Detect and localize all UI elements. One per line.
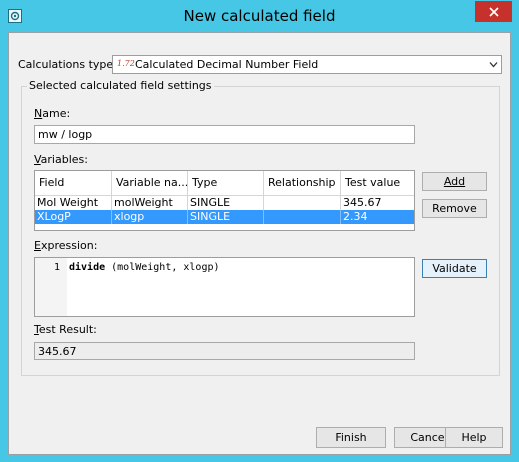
dialog-body: Calculations type: 1.72 Calculated Decim… (8, 32, 511, 455)
column-header[interactable]: Test value (341, 171, 414, 195)
table-row-selected[interactable]: XLogP xlogp SINGLE 2.34 (35, 210, 414, 224)
help-button[interactable]: Help (445, 427, 503, 448)
validate-button[interactable]: Validate (422, 259, 487, 278)
column-header[interactable]: Relationship (264, 171, 341, 195)
function-args: (molWeight, xlogp) (105, 262, 220, 273)
finish-button[interactable]: Finish (316, 427, 386, 448)
cell-relationship (264, 210, 341, 224)
expression-label: Expression: (34, 239, 98, 252)
name-input[interactable]: mw / logp (34, 125, 415, 144)
chevron-down-icon (489, 62, 498, 68)
cell-type: SINGLE (188, 196, 264, 210)
remove-variable-button[interactable]: Remove (422, 199, 487, 218)
table-row[interactable]: Mol Weight molWeight SINGLE 345.67 (35, 196, 414, 210)
add-button-label: Add (443, 175, 466, 188)
calc-type-label: Calculations type: (18, 58, 117, 71)
test-result-value: 345.67 (38, 345, 77, 358)
close-button[interactable] (475, 1, 512, 22)
column-header[interactable]: Field (35, 171, 112, 195)
column-header[interactable]: Type (188, 171, 264, 195)
settings-group-title: Selected calculated field settings (27, 79, 214, 92)
column-header[interactable]: Variable na... (112, 171, 188, 195)
name-value: mw / logp (38, 128, 93, 141)
test-result-label: Test Result: (34, 323, 97, 336)
validate-button-label: Validate (432, 262, 477, 275)
cell-field: XLogP (35, 210, 112, 224)
cell-variable: molWeight (112, 196, 188, 210)
expression-editor[interactable]: 1 divide (molWeight, xlogp) (34, 257, 415, 317)
expression-code[interactable]: divide (molWeight, xlogp) (69, 262, 220, 273)
line-number-gutter: 1 (35, 258, 67, 316)
cancel-button-label: Cancel (410, 431, 448, 444)
add-variable-button[interactable]: Add (422, 172, 487, 191)
finish-button-label: Finish (335, 431, 367, 444)
help-button-label: Help (461, 431, 487, 444)
cell-relationship (264, 196, 341, 210)
dialog-window: New calculated field Calculations type: … (0, 0, 519, 462)
close-icon (488, 6, 499, 17)
cell-field: Mol Weight (35, 196, 112, 210)
remove-button-label: Remove (432, 202, 477, 215)
variables-table[interactable]: Field Variable na... Type Relationship T… (34, 170, 415, 231)
line-number: 1 (53, 262, 60, 273)
decimal-field-icon: 1.72 (117, 59, 135, 68)
function-keyword: divide (69, 262, 106, 273)
window-title: New calculated field (183, 7, 336, 25)
title-bar[interactable]: New calculated field (1, 1, 518, 32)
variables-label: Variables: (34, 153, 88, 166)
cell-test-value: 2.34 (343, 210, 368, 223)
calc-type-value: Calculated Decimal Number Field (135, 58, 319, 71)
calc-type-select[interactable]: 1.72 Calculated Decimal Number Field (112, 55, 502, 74)
cell-variable: xlogp (112, 210, 188, 224)
name-label: Name: (34, 107, 71, 120)
test-result-field: 345.67 (34, 342, 415, 360)
cell-type: SINGLE (188, 210, 264, 224)
table-header: Field Variable na... Type Relationship T… (35, 171, 414, 196)
cell-test-value: 345.67 (343, 196, 382, 209)
